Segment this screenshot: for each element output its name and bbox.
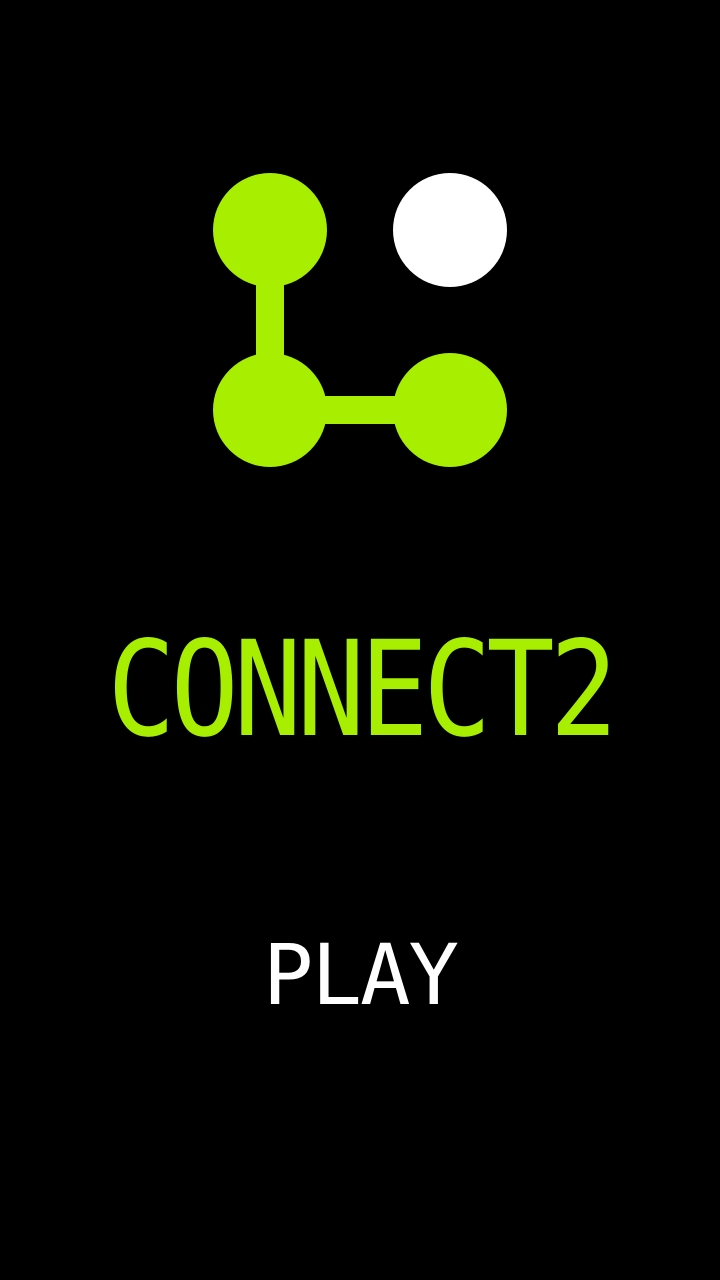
logo-node-bottom-left: [213, 353, 327, 467]
logo-node-top-right: [393, 173, 507, 287]
logo-node-bottom-right: [393, 353, 507, 467]
logo-node-top-left: [213, 173, 327, 287]
connect-logo-icon: [213, 173, 507, 467]
play-button[interactable]: PLAY: [260, 925, 460, 1025]
game-title: CONNECT2: [107, 613, 618, 767]
